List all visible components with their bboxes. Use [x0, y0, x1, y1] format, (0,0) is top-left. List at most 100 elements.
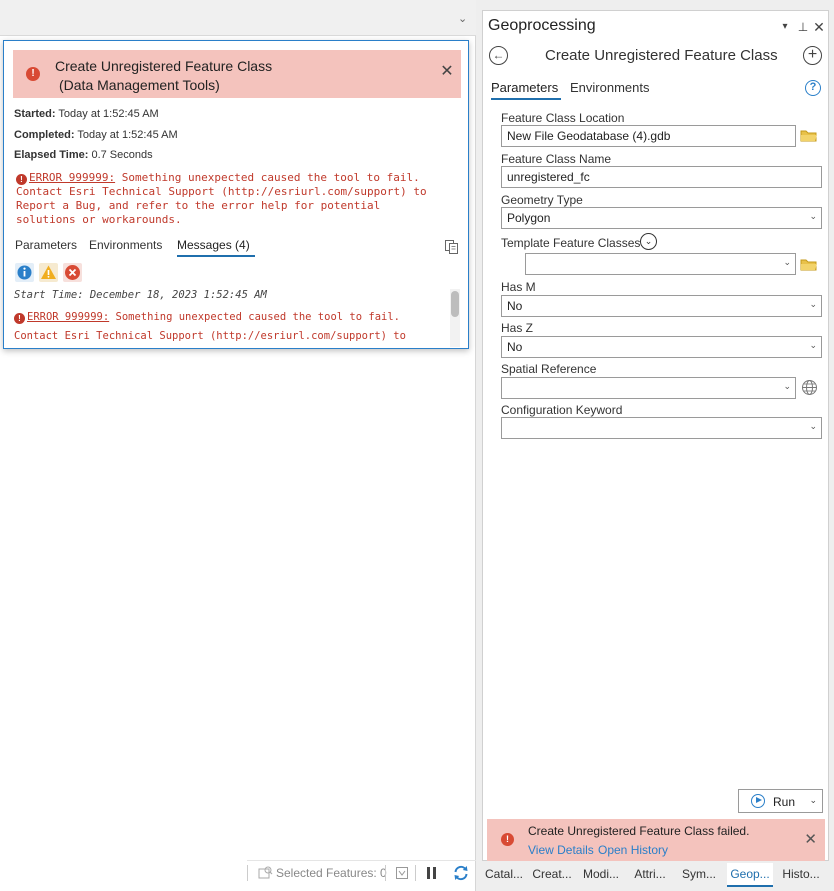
pin-icon[interactable]: ⊥ [796, 19, 810, 35]
popup-subtitle: (Data Management Tools) [59, 77, 220, 93]
tab-environments[interactable]: Environments [570, 80, 649, 95]
elapsed-label: Elapsed Time: [14, 149, 89, 161]
globe-icon[interactable] [801, 379, 818, 396]
selection-icon [258, 866, 273, 879]
info-filter-button[interactable] [15, 263, 34, 282]
popup-header: ! Create Unregistered Feature Class (Dat… [13, 50, 461, 98]
selected-features-count: Selected Features: 0 [276, 866, 387, 880]
divider [415, 865, 416, 881]
expand-chevron-icon[interactable]: ⌄ [640, 233, 657, 250]
tab-attributes[interactable]: Attri... [628, 863, 672, 887]
template-feature-classes-select[interactable]: ⌄ [525, 253, 796, 275]
message-error-line2: Contact Esri Technical Support (http://e… [14, 330, 406, 342]
chevron-down-icon[interactable]: ⌄ [809, 795, 817, 806]
add-icon[interactable]: + [803, 46, 822, 65]
geometry-type-label: Geometry Type [501, 193, 583, 207]
chevron-down-icon: ⌄ [809, 421, 817, 431]
active-tab-indicator [491, 98, 561, 100]
error-code-link[interactable]: ERROR 999999: [29, 171, 115, 184]
help-icon[interactable]: ? [805, 80, 821, 96]
tab-parameters[interactable]: Parameters [15, 238, 77, 252]
folder-icon[interactable] [800, 128, 818, 144]
folder-icon[interactable] [800, 257, 818, 273]
error-text-line4: solutions or workarounds. [16, 213, 182, 226]
geometry-type-select[interactable]: Polygon ⌄ [501, 207, 822, 229]
has-z-select[interactable]: No ⌄ [501, 336, 822, 358]
has-z-label: Has Z [501, 321, 534, 335]
error-icon: ! [26, 67, 40, 81]
map-status-bar: Selected Features: 0 [247, 860, 476, 884]
completed-label: Completed: [14, 129, 75, 141]
tab-geoprocessing[interactable]: Geop... [727, 863, 773, 887]
tab-messages[interactable]: Messages (4) [177, 238, 250, 252]
template-feature-classes-label: Template Feature Classes [501, 236, 641, 250]
completed-row: Completed: Today at 1:52:45 AM [14, 129, 178, 141]
started-value: Today at 1:52:45 AM [58, 108, 159, 120]
close-icon[interactable]: ✕ [439, 64, 455, 80]
open-history-link[interactable]: Open History [598, 843, 668, 857]
map-view-topbar: ⌄ [0, 0, 476, 36]
tab-catalog[interactable]: Catal... [482, 863, 526, 887]
has-m-value: No [507, 299, 523, 313]
popup-title: Create Unregistered Feature Class [55, 58, 273, 74]
tab-modify[interactable]: Modi... [579, 863, 623, 887]
filter-icon[interactable] [395, 865, 409, 881]
copy-icon[interactable] [444, 239, 460, 255]
messages-list: Start Time: December 18, 2023 1:52:45 AM… [13, 287, 453, 347]
failure-message: Create Unregistered Feature Class failed… [528, 824, 750, 838]
run-button[interactable]: Run ⌄ [738, 789, 823, 813]
refresh-icon[interactable] [452, 864, 470, 882]
geometry-type-value: Polygon [507, 211, 551, 225]
has-m-label: Has M [501, 280, 536, 294]
chevron-down-icon: ⌄ [809, 211, 817, 221]
warning-filter-button[interactable] [39, 263, 58, 282]
error-icon [65, 265, 80, 280]
map-view-area: ⌄ ! Create Unregistered Feature Class (D… [0, 0, 476, 891]
tab-history[interactable]: Histo... [778, 863, 824, 887]
feature-class-location-label: Feature Class Location [501, 111, 625, 125]
error-icon: ! [14, 313, 25, 324]
pause-icon[interactable] [425, 865, 439, 881]
close-icon[interactable]: ✕ [804, 830, 817, 848]
has-m-select[interactable]: No ⌄ [501, 295, 822, 317]
warning-icon [41, 265, 56, 279]
error-icon: ! [501, 833, 514, 846]
has-z-value: No [507, 340, 523, 354]
back-arrow-icon[interactable]: ← [489, 46, 508, 65]
spatial-reference-select[interactable]: ⌄ [501, 377, 796, 399]
run-label: Run [773, 795, 796, 809]
chevron-down-icon: ⌄ [809, 299, 817, 309]
divider [385, 865, 386, 881]
tool-title: Create Unregistered Feature Class [545, 47, 778, 64]
message-error-text: Something unexpected caused the tool to … [109, 311, 400, 323]
feature-class-name-input[interactable]: unregistered_fc [501, 166, 822, 188]
geoprocessing-pane: Geoprocessing ▾ ⊥ ✕ ← Create Unregistere… [482, 10, 829, 861]
configuration-keyword-label: Configuration Keyword [501, 403, 623, 417]
view-details-link[interactable]: View Details [528, 843, 594, 857]
active-tab-indicator [177, 255, 255, 257]
elapsed-value: 0.7 Seconds [91, 149, 153, 161]
chevron-down-icon[interactable]: ⌄ [458, 12, 468, 25]
spatial-reference-label: Spatial Reference [501, 362, 597, 376]
started-label: Started: [14, 108, 56, 120]
tab-create[interactable]: Creat... [530, 863, 574, 887]
message-start-time: Start Time: December 18, 2023 1:52:45 AM [14, 289, 267, 301]
tab-symbology[interactable]: Sym... [677, 863, 721, 887]
elapsed-row: Elapsed Time: 0.7 Seconds [14, 149, 153, 161]
messages-scrollbar[interactable] [450, 289, 460, 347]
chevron-down-icon[interactable]: ▾ [778, 19, 792, 35]
play-icon [751, 794, 765, 808]
tab-environments[interactable]: Environments [89, 238, 162, 252]
error-filter-button[interactable] [63, 263, 82, 282]
error-message-block: ! ERROR 999999: Something unexpected caus… [16, 171, 456, 227]
close-icon[interactable]: ✕ [812, 19, 826, 35]
chevron-down-icon: ⌄ [783, 257, 791, 267]
feature-class-location-input[interactable]: New File Geodatabase (4).gdb [501, 125, 796, 147]
error-code-link[interactable]: ERROR 999999: [27, 311, 109, 323]
pane-bottom-tabs: Catal... Creat... Modi... Attri... Sym..… [482, 863, 829, 887]
configuration-keyword-select[interactable]: ⌄ [501, 417, 822, 439]
scrollbar-thumb[interactable] [451, 291, 459, 317]
tool-result-popup: ! Create Unregistered Feature Class (Dat… [3, 40, 469, 349]
tab-parameters[interactable]: Parameters [491, 80, 558, 95]
message-error-line: ! ERROR 999999: Something unexpected caus… [14, 311, 400, 324]
